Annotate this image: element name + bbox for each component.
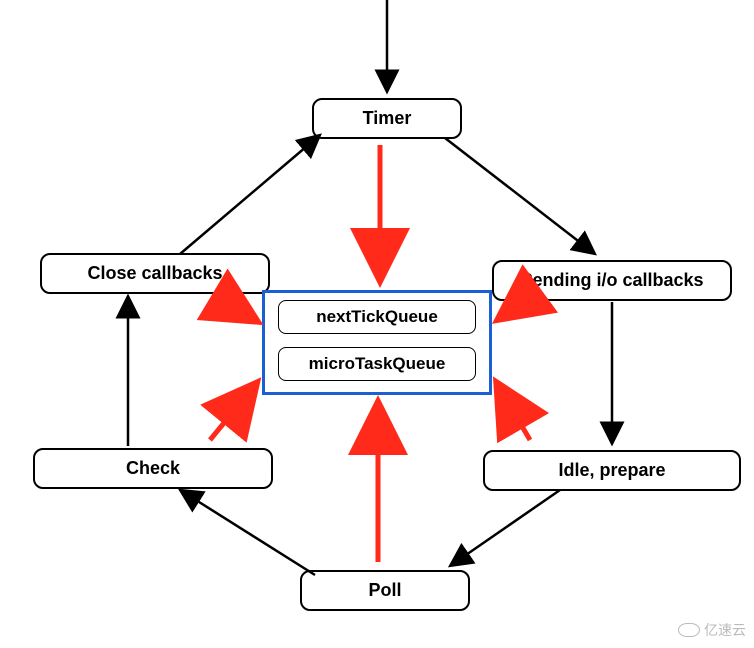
poll-node: Poll (300, 570, 470, 611)
micro-task-queue-node: microTaskQueue (278, 347, 476, 381)
red-arrow-from-check (210, 385, 255, 440)
arrow-poll-to-check (180, 490, 315, 575)
idle-prepare-node: Idle, prepare (483, 450, 741, 491)
timer-label: Timer (363, 108, 412, 128)
pending-io-label: Pending i/o callbacks (520, 270, 703, 290)
next-tick-queue-node: nextTickQueue (278, 300, 476, 334)
close-callbacks-label: Close callbacks (87, 263, 222, 283)
close-callbacks-node: Close callbacks (40, 253, 270, 294)
cloud-icon (678, 623, 700, 637)
check-node: Check (33, 448, 273, 489)
poll-label: Poll (368, 580, 401, 600)
watermark-text: 亿速云 (704, 620, 746, 640)
pending-io-node: Pending i/o callbacks (492, 260, 732, 301)
idle-prepare-label: Idle, prepare (558, 460, 665, 480)
red-arrow-from-idle (498, 385, 530, 440)
arrow-timer-to-pending (445, 138, 595, 254)
timer-node: Timer (312, 98, 462, 139)
red-arrow-from-close (215, 296, 255, 320)
arrow-close-to-timer (180, 135, 320, 254)
micro-task-queue-label: microTaskQueue (309, 354, 446, 373)
watermark: 亿速云 (678, 620, 746, 640)
arrow-idle-to-poll (450, 490, 560, 566)
check-label: Check (126, 458, 180, 478)
next-tick-queue-label: nextTickQueue (316, 307, 438, 326)
